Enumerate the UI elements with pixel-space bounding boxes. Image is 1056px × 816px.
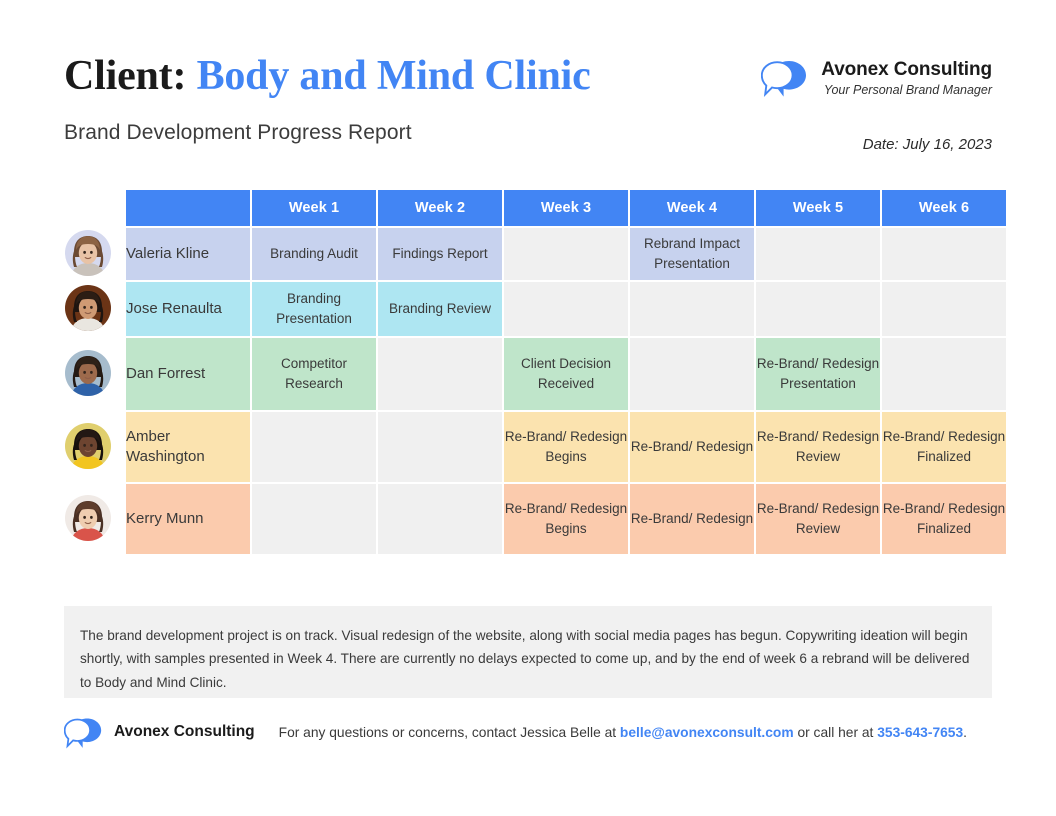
avatar-slot <box>56 280 120 336</box>
table-header-week-1: Week 1 <box>252 190 376 226</box>
task-cell: Client Decision Received <box>504 338 628 410</box>
speech-bubbles-icon <box>761 58 807 98</box>
task-cell-empty <box>882 228 1006 280</box>
member-name-cell: Jose Renaulta <box>126 282 250 336</box>
task-cell: Re-Brand/ Redesign Finalized <box>882 412 1006 482</box>
table-header-week-6: Week 6 <box>882 190 1006 226</box>
table-header-row: Week 1Week 2Week 3Week 4Week 5Week 6 <box>126 190 1006 226</box>
task-cell-empty <box>252 484 376 554</box>
table-header-week-2: Week 2 <box>378 190 502 226</box>
contact-phone-link[interactable]: 353-643-7653 <box>877 725 963 740</box>
task-cell-empty <box>630 282 754 336</box>
title-block: Client: Body and Mind Clinic Brand Devel… <box>64 52 591 145</box>
avatar-slot <box>56 482 120 554</box>
avatar-dan-forrest <box>65 350 111 396</box>
task-cell-empty <box>756 282 880 336</box>
member-name-cell: Dan Forrest <box>126 338 250 410</box>
task-cell-empty <box>378 338 502 410</box>
schedule-table: Week 1Week 2Week 3Week 4Week 5Week 6 Val… <box>124 188 1008 556</box>
brand-block: Avonex Consulting Your Personal Brand Ma… <box>761 58 992 98</box>
page-footer: Avonex Consulting For any questions or c… <box>64 712 992 752</box>
table-row: Kerry MunnRe-Brand/ Redesign BeginsRe-Br… <box>126 484 1006 554</box>
task-cell: Re-Brand/ Redesign Begins <box>504 412 628 482</box>
task-cell: Branding Presentation <box>252 282 376 336</box>
contact-email-link[interactable]: belle@avonexconsult.com <box>620 725 794 740</box>
table-header-week-4: Week 4 <box>630 190 754 226</box>
avatar-slot <box>56 336 120 410</box>
task-cell-empty <box>756 228 880 280</box>
task-cell-empty <box>252 412 376 482</box>
brand-tagline: Your Personal Brand Manager <box>821 83 992 97</box>
page-header: Client: Body and Mind Clinic Brand Devel… <box>64 52 992 172</box>
table-header: Week 1Week 2Week 3Week 4Week 5Week 6 <box>126 190 1006 226</box>
table-corner-cell <box>126 190 250 226</box>
avatar-column <box>56 226 120 554</box>
contact-prefix: For any questions or concerns, contact J… <box>279 725 620 740</box>
table-row: Dan ForrestCompetitor Research Client Dec… <box>126 338 1006 410</box>
summary-text: The brand development project is on trac… <box>80 624 976 694</box>
task-cell: Branding Review <box>378 282 502 336</box>
brand-text: Avonex Consulting Your Personal Brand Ma… <box>821 59 992 97</box>
task-cell-empty <box>882 282 1006 336</box>
task-cell: Re-Brand/ Redesign Review <box>756 484 880 554</box>
task-cell-empty <box>630 338 754 410</box>
footer-contact: For any questions or concerns, contact J… <box>279 725 967 740</box>
task-cell-empty <box>378 412 502 482</box>
table-row: Jose RenaultaBranding PresentationBrandi… <box>126 282 1006 336</box>
task-cell-empty <box>378 484 502 554</box>
task-cell-empty <box>882 338 1006 410</box>
task-cell: Re-Brand/ Redesign <box>630 412 754 482</box>
avatar-amber-washington <box>65 423 111 469</box>
avatar-valeria-kline <box>65 230 111 276</box>
member-name-cell: Kerry Munn <box>126 484 250 554</box>
contact-suffix: . <box>963 725 967 740</box>
task-cell: Re-Brand/ Redesign Begins <box>504 484 628 554</box>
client-name: Body and Mind Clinic <box>197 53 591 99</box>
task-cell: Re-Brand/ Redesign Review <box>756 412 880 482</box>
table-header-week-5: Week 5 <box>756 190 880 226</box>
member-name-cell: Amber Washington <box>126 412 250 482</box>
avatar-jose-renaulta <box>65 285 111 331</box>
table-body: Valeria KlineBranding AuditFindings Repo… <box>126 228 1006 554</box>
task-cell: Competitor Research <box>252 338 376 410</box>
task-cell: Re-Brand/ Redesign Finalized <box>882 484 1006 554</box>
brand-name: Avonex Consulting <box>821 59 992 81</box>
task-cell: Branding Audit <box>252 228 376 280</box>
table-header-week-3: Week 3 <box>504 190 628 226</box>
table-row: Amber Washington Re-Brand/ Redesign Begin… <box>126 412 1006 482</box>
table-row: Valeria KlineBranding AuditFindings Repo… <box>126 228 1006 280</box>
report-date: Date: July 16, 2023 <box>863 136 992 153</box>
avatar-kerry-munn <box>65 495 111 541</box>
report-page: Client: Body and Mind Clinic Brand Devel… <box>0 0 1056 816</box>
task-cell: Findings Report <box>378 228 502 280</box>
contact-middle: or call her at <box>794 725 878 740</box>
task-cell: Rebrand Impact Presentation <box>630 228 754 280</box>
task-cell-empty <box>504 282 628 336</box>
footer-brand-name: Avonex Consulting <box>114 723 255 741</box>
avatar-slot <box>56 410 120 482</box>
avatar-slot <box>56 226 120 280</box>
page-title: Client: Body and Mind Clinic <box>64 52 591 100</box>
page-subtitle: Brand Development Progress Report <box>64 121 591 145</box>
title-prefix: Client: <box>64 53 186 99</box>
speech-bubbles-icon <box>64 716 102 748</box>
task-cell: Re-Brand/ Redesign Presentation <box>756 338 880 410</box>
task-cell-empty <box>504 228 628 280</box>
member-name-cell: Valeria Kline <box>126 228 250 280</box>
task-cell: Re-Brand/ Redesign <box>630 484 754 554</box>
summary-box: The brand development project is on trac… <box>64 606 992 698</box>
